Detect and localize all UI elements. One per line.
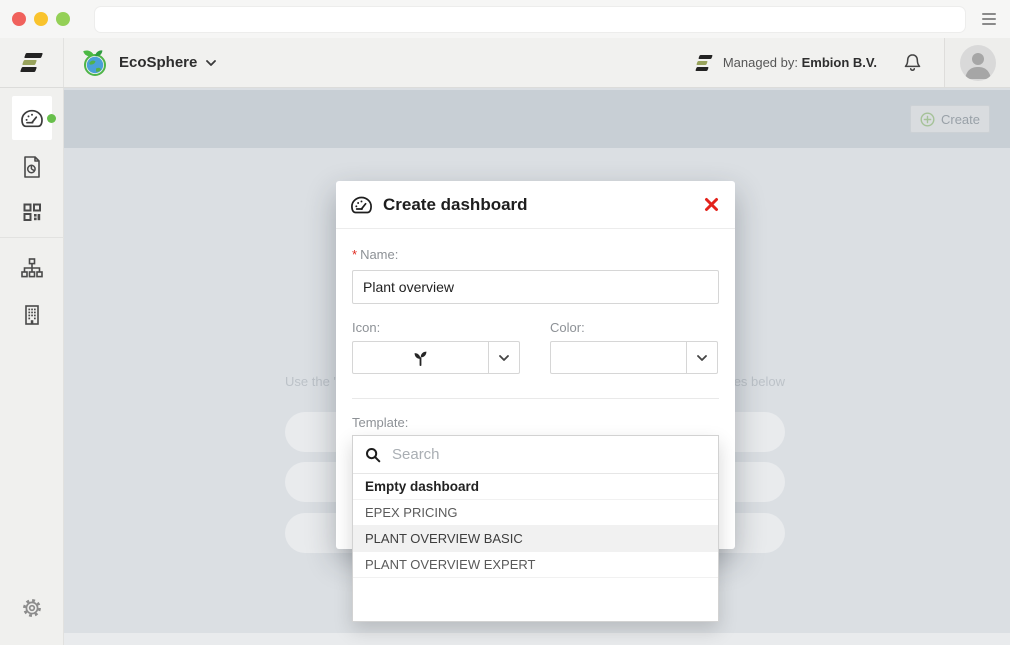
chevron-down-icon	[499, 355, 509, 361]
template-option-epex-pricing[interactable]: EPEX PRICING	[353, 500, 718, 526]
sitemap-icon	[20, 257, 44, 279]
app-name: EcoSphere	[119, 54, 197, 71]
sidebar-item-reports[interactable]	[0, 145, 64, 189]
notifications-bell-icon[interactable]	[903, 52, 922, 73]
template-option-empty-dashboard[interactable]: Empty dashboard	[353, 474, 718, 500]
create-button-label: Create	[941, 112, 980, 127]
window-zoom-button[interactable]	[56, 12, 70, 26]
close-icon	[704, 197, 719, 212]
color-select[interactable]	[550, 341, 718, 374]
sidebar-item-widgets[interactable]	[0, 190, 64, 234]
workspace-switcher[interactable]: EcoSphere	[80, 48, 216, 78]
embion-mini-logo-icon	[696, 55, 712, 71]
managed-by-value: Embion B.V.	[802, 55, 877, 70]
create-dashboard-modal: Create dashboard *Name: Icon:	[336, 181, 735, 549]
browser-chrome	[0, 0, 1010, 38]
window-minimize-button[interactable]	[34, 12, 48, 26]
gauge-icon	[20, 108, 44, 129]
template-hint-text-right: es below	[734, 374, 785, 389]
modal-title: Create dashboard	[383, 195, 528, 215]
template-search-row	[353, 436, 718, 474]
icon-label: Icon:	[352, 320, 520, 335]
embion-logo[interactable]	[0, 38, 64, 87]
content-bottom-strip	[64, 633, 1010, 645]
template-option-plant-overview-expert[interactable]: PLANT OVERVIEW EXPERT	[353, 552, 718, 578]
grid-icon	[22, 202, 42, 222]
required-marker: *	[352, 247, 357, 262]
sidebar-divider	[0, 237, 64, 238]
template-dropdown: Empty dashboard EPEX PRICING PLANT OVERV…	[352, 435, 719, 622]
modal-close-button[interactable]	[702, 195, 721, 214]
name-input[interactable]	[352, 270, 719, 304]
template-search-input[interactable]	[392, 446, 706, 463]
sidebar-item-dashboards[interactable]	[12, 96, 52, 140]
template-label: Template:	[352, 415, 719, 430]
managed-by-label: Managed by:	[723, 55, 798, 70]
sprout-icon	[410, 347, 431, 368]
modal-header: Create dashboard	[336, 181, 735, 229]
ecosphere-globe-icon	[80, 48, 110, 78]
sidebar-item-buildings[interactable]	[0, 293, 64, 337]
gear-icon	[21, 597, 43, 619]
template-hint-text-left: Use the '	[285, 374, 336, 389]
content-toolbar: Create	[64, 90, 1010, 148]
chevron-down-icon	[206, 60, 216, 66]
window-close-button[interactable]	[12, 12, 26, 26]
user-menu[interactable]	[944, 38, 1010, 87]
building-icon	[22, 304, 42, 326]
plus-circle-icon	[920, 112, 935, 127]
browser-menu-icon[interactable]	[982, 13, 996, 28]
icon-select[interactable]	[352, 341, 520, 374]
sidebar	[0, 88, 64, 645]
template-option-plant-overview-basic[interactable]: PLANT OVERVIEW BASIC	[353, 526, 718, 552]
embion-logo-icon	[21, 53, 42, 72]
sidebar-item-sites[interactable]	[0, 246, 64, 290]
sidebar-item-settings[interactable]	[0, 586, 64, 630]
name-label: *Name:	[352, 247, 719, 262]
file-report-icon	[22, 155, 42, 179]
section-divider	[352, 398, 719, 399]
app-header: EcoSphere Managed by: Embion B.V.	[0, 38, 1010, 88]
active-indicator-dot	[47, 114, 56, 123]
avatar	[960, 45, 996, 81]
create-dashboard-button: Create	[910, 105, 990, 133]
managed-by: Managed by: Embion B.V.	[696, 55, 877, 71]
color-label: Color:	[550, 320, 718, 335]
gauge-icon	[350, 195, 373, 215]
search-icon	[365, 447, 381, 463]
url-bar[interactable]	[95, 7, 965, 32]
chevron-down-icon	[697, 355, 707, 361]
